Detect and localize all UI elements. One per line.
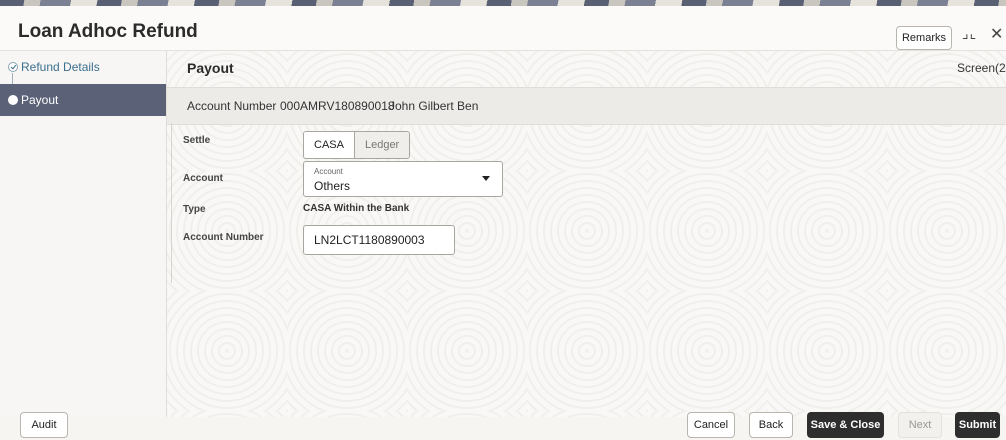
account-select[interactable]: Account Others xyxy=(303,161,503,197)
screen-indicator: Screen(2/2) xyxy=(957,61,1006,75)
account-number-value: 000AMRV180890018 xyxy=(280,99,395,113)
account-number-label: Account Number xyxy=(187,99,277,113)
account-label: Account xyxy=(183,173,223,184)
maximize-icon[interactable]: ⌟⌞ xyxy=(962,25,977,42)
account-select-value: Others xyxy=(314,179,351,193)
page-title: Loan Adhoc Refund xyxy=(18,21,198,42)
remarks-button[interactable]: Remarks xyxy=(896,26,952,50)
account-info-bar: Account Number 000AMRV180890018 John Gil… xyxy=(167,87,1006,125)
account-holder-name: John Gilbert Ben xyxy=(389,99,479,113)
account-select-caption: Account xyxy=(314,167,343,176)
sidebar: Refund Details Payout xyxy=(0,51,167,417)
next-button[interactable]: Next xyxy=(898,412,942,438)
chevron-down-icon xyxy=(482,176,490,181)
close-icon[interactable]: ✕ xyxy=(990,24,1003,44)
type-value: CASA Within the Bank xyxy=(303,203,410,214)
settle-toggle: CASA Ledger xyxy=(303,131,411,159)
sidebar-item-label: Payout xyxy=(21,93,59,107)
back-button[interactable]: Back xyxy=(749,412,793,438)
sidebar-item-refund-details[interactable]: Refund Details xyxy=(0,51,166,83)
section-header: Payout Screen(2/2) xyxy=(167,51,1006,83)
main-panel: Payout Screen(2/2) Account Number 000AMR… xyxy=(167,51,1006,417)
audit-button[interactable]: Audit xyxy=(20,412,68,438)
check-circle-icon xyxy=(8,62,18,72)
submit-button[interactable]: Submit xyxy=(955,412,1000,438)
save-close-button[interactable]: Save & Close xyxy=(807,412,884,438)
account-number-field-label: Account Number xyxy=(183,232,264,243)
account-number-field[interactable]: LN2LCT1180890003 xyxy=(303,225,455,255)
sidebar-item-payout[interactable]: Payout xyxy=(0,84,166,116)
divider xyxy=(171,123,172,283)
settle-option-ledger[interactable]: Ledger xyxy=(354,132,410,158)
section-title: Payout xyxy=(187,60,234,76)
settle-label: Settle xyxy=(183,135,211,146)
dot-icon xyxy=(8,95,18,105)
type-label: Type xyxy=(183,204,206,215)
settle-option-casa[interactable]: CASA xyxy=(304,132,355,158)
title-bar: Loan Adhoc Refund Remarks ⌟⌞ ✕ xyxy=(0,6,1006,51)
sidebar-item-label: Refund Details xyxy=(21,60,100,74)
cancel-button[interactable]: Cancel xyxy=(687,412,735,438)
